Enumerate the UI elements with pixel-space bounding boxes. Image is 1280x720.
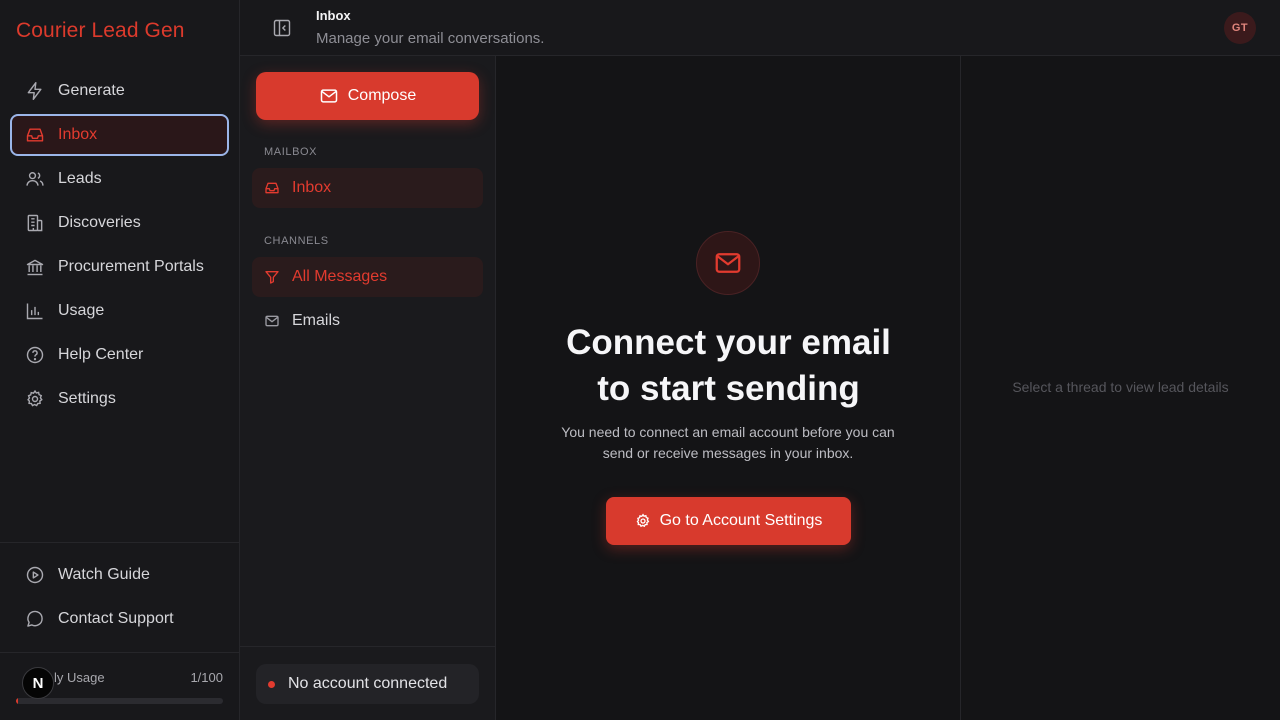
sidebar-item-label: Usage — [58, 302, 105, 319]
empty-state-description: You need to connect an email account bef… — [528, 422, 928, 464]
usage-progress-fill — [16, 698, 19, 704]
compose-label: Compose — [347, 87, 417, 104]
sidebar-item-contact-support[interactable]: Contact Support — [10, 598, 229, 640]
avatar[interactable]: GT — [1224, 12, 1256, 44]
message-list-panel: Connect your email to start sending You … — [496, 56, 961, 720]
empty-state-heading: Connect your email to start sending — [496, 320, 961, 412]
filter-icon — [264, 269, 280, 285]
bolt-icon — [25, 81, 45, 101]
go-to-account-settings-button[interactable]: Go to Account Settings — [606, 497, 851, 545]
page-title: Inbox — [316, 8, 351, 23]
mailbox-divider — [240, 646, 495, 647]
sidebar-item-settings[interactable]: Settings — [10, 378, 229, 420]
bar-chart-icon — [25, 301, 45, 321]
building-icon — [25, 213, 45, 233]
gear-icon — [25, 389, 45, 409]
section-mailbox-heading: MAILBOX — [264, 146, 318, 158]
users-icon — [25, 169, 45, 189]
lead-details-placeholder: Select a thread to view lead details — [1012, 379, 1229, 395]
empty-state-icon-circle — [696, 231, 760, 295]
mail-icon — [264, 313, 280, 329]
page-subtitle: Manage your email conversations. — [316, 30, 545, 47]
sidebar-bottom-nav: Watch Guide Contact Support — [10, 554, 229, 642]
description-line: send or receive messages in your inbox. — [602, 445, 854, 461]
sidebar-item-usage[interactable]: Usage — [10, 290, 229, 332]
play-circle-icon — [25, 565, 45, 585]
inbox-icon — [264, 180, 280, 196]
lead-details-panel: Select a thread to view lead details — [961, 56, 1280, 720]
message-circle-icon — [25, 609, 45, 629]
usage-value: 1/100 — [190, 670, 223, 685]
sidebar-item-help-center[interactable]: Help Center — [10, 334, 229, 376]
sidebar-item-label: Contact Support — [58, 610, 174, 627]
sidebar-nav: Generate Inbox Leads Discoveries Procure… — [10, 70, 229, 422]
usage-progress-bar — [16, 698, 223, 704]
section-channels-heading: CHANNELS — [264, 235, 329, 247]
inbox-icon — [25, 125, 45, 145]
sidebar-item-label: Help Center — [58, 346, 144, 363]
status-dot — [268, 680, 275, 688]
account-status: No account connected — [256, 664, 479, 704]
sidebar-toggle-icon[interactable] — [272, 18, 292, 38]
brand-logo[interactable]: Courier Lead Gen — [16, 19, 185, 43]
mailbox-item-label: Inbox — [292, 179, 332, 196]
mailbox-panel: Compose MAILBOX Inbox CHANNELS All Messa… — [240, 56, 496, 720]
top-header: Inbox Manage your email conversations. G… — [240, 0, 1280, 56]
mailbox-item-inbox[interactable]: Inbox — [252, 168, 483, 208]
sidebar-item-procurement-portals[interactable]: Procurement Portals — [10, 246, 229, 288]
sidebar-divider — [0, 542, 239, 543]
heading-line: to start sending — [597, 369, 860, 408]
landmark-icon — [25, 257, 45, 277]
channel-item-all-messages[interactable]: All Messages — [252, 257, 483, 297]
sidebar: Courier Lead Gen Generate Inbox Leads Di… — [0, 0, 240, 720]
sidebar-item-label: Watch Guide — [58, 566, 150, 583]
sidebar-item-label: Leads — [58, 170, 102, 187]
sidebar-item-label: Procurement Portals — [58, 258, 204, 275]
mail-icon — [319, 86, 339, 106]
heading-line: Connect your email — [566, 323, 891, 362]
sidebar-item-leads[interactable]: Leads — [10, 158, 229, 200]
sidebar-item-label: Inbox — [58, 126, 98, 143]
dev-tools-badge[interactable]: N — [22, 667, 54, 699]
gear-icon — [635, 513, 651, 529]
cta-label: Go to Account Settings — [659, 512, 823, 529]
sidebar-item-watch-guide[interactable]: Watch Guide — [10, 554, 229, 596]
help-circle-icon — [25, 345, 45, 365]
sidebar-item-label: Generate — [58, 82, 125, 99]
sidebar-item-label: Settings — [58, 390, 116, 407]
channel-item-label: All Messages — [292, 268, 388, 285]
mail-icon — [713, 248, 743, 278]
description-line: You need to connect an email account bef… — [561, 424, 895, 440]
sidebar-divider — [0, 652, 239, 653]
sidebar-item-label: Discoveries — [58, 214, 141, 231]
account-status-text: No account connected — [288, 675, 448, 692]
channel-item-label: Emails — [292, 312, 341, 329]
sidebar-item-discoveries[interactable]: Discoveries — [10, 202, 229, 244]
channel-item-emails[interactable]: Emails — [252, 301, 483, 341]
sidebar-item-inbox[interactable]: Inbox — [10, 114, 229, 156]
sidebar-item-generate[interactable]: Generate — [10, 70, 229, 112]
compose-button[interactable]: Compose — [256, 72, 479, 120]
